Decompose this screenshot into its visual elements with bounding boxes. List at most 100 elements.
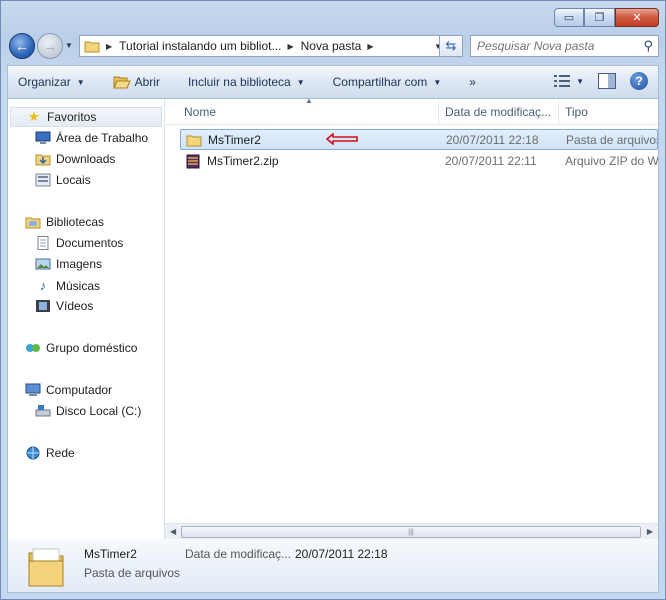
details-type: Pasta de arquivos [84, 566, 181, 580]
abrir-label: Abrir [134, 75, 160, 89]
breadcrumb-separator-icon[interactable]: ▶ [287, 42, 293, 51]
incluir-biblioteca-menu[interactable]: Incluir na biblioteca ▼ [188, 75, 305, 89]
organizar-menu[interactable]: Organizar ▼ [18, 75, 85, 89]
sidebar-label: Documentos [56, 236, 124, 250]
scrollbar-thumb[interactable]: ||| [181, 526, 641, 538]
sidebar-item-grupo-domestico[interactable]: Grupo doméstico [24, 341, 137, 355]
file-row[interactable]: MsTimer2.zip 20/07/2011 22:11 Arquivo ZI… [180, 151, 658, 172]
sidebar-label: Computador [46, 383, 113, 397]
search-box[interactable]: ⚲ [470, 35, 659, 57]
back-button[interactable]: ← [9, 33, 35, 59]
sidebar-item-downloads[interactable]: Downloads [34, 152, 115, 166]
explorer-window: ▭ ❐ ✕ ← → ▼ ▶ Tutorial instalando um bib… [0, 0, 666, 600]
chevron-down-icon: ▼ [296, 77, 305, 87]
file-name: MsTimer2 [208, 133, 261, 147]
sidebar-item-area-trabalho[interactable]: Área de Trabalho [34, 131, 148, 145]
sidebar-item-favoritos[interactable]: ★ Favoritos [10, 107, 162, 127]
red-arrow-icon [326, 133, 358, 145]
column-header-nome[interactable]: Nome [184, 105, 216, 119]
sidebar-item-musicas[interactable]: ♪ Músicas [34, 278, 100, 293]
sidebar-label: Bibliotecas [46, 215, 105, 229]
column-headers: ▲ Nome Data de modificaç... Tipo [165, 96, 658, 125]
navigation-pane[interactable]: ★ Favoritos Área de Trabalho Downloads L… [8, 99, 165, 540]
search-input[interactable] [477, 39, 637, 53]
open-folder-icon [112, 76, 131, 89]
sidebar-label: Downloads [56, 152, 116, 166]
maximize-button[interactable]: ❐ [584, 8, 615, 27]
sidebar-item-computador[interactable]: Computador [24, 383, 112, 397]
file-list-pane[interactable]: ▲ Nome Data de modificaç... Tipo MsTimer… [165, 96, 658, 540]
navigation-bar: ← → ▼ ▶ Tutorial instalando um bibliot..… [7, 33, 659, 59]
scroll-right-icon[interactable]: ▶ [647, 527, 653, 536]
sidebar-label: Músicas [56, 278, 101, 293]
sidebar-item-rede[interactable]: Rede [24, 446, 75, 460]
file-type: Pasta de arquivos [566, 133, 658, 147]
sidebar-label: Imagens [56, 257, 103, 271]
pictures-icon [35, 258, 51, 270]
scroll-left-icon[interactable]: ◀ [170, 527, 176, 536]
more-commands-button[interactable]: » [469, 75, 476, 89]
folder-icon [28, 548, 64, 587]
command-bar: Organizar ▼ Abrir Incluir na biblioteca ▼ … [7, 65, 659, 98]
chevron-down-icon: ▼ [576, 76, 584, 86]
recent-pages-dropdown-icon[interactable]: ▼ [65, 41, 73, 50]
organizar-label: Organizar [18, 75, 71, 89]
hard-drive-icon [35, 405, 51, 417]
sidebar-label: Grupo doméstico [46, 341, 138, 355]
desktop-icon [35, 131, 51, 144]
caption-buttons: ▭ ❐ ✕ [554, 8, 659, 27]
sidebar-label: Rede [46, 446, 75, 460]
breadcrumb-separator-icon[interactable]: ▶ [367, 42, 373, 51]
sidebar-label: Vídeos [56, 299, 94, 313]
network-icon [26, 446, 40, 460]
column-divider[interactable] [558, 99, 559, 125]
sidebar-item-disco-local[interactable]: Disco Local (C:) [34, 404, 141, 418]
sidebar-label: Locais [56, 173, 91, 187]
zip-archive-icon [186, 154, 200, 169]
abrir-button[interactable]: Abrir [112, 75, 160, 89]
chevron-down-icon: ▼ [433, 77, 442, 87]
compartilhar-menu[interactable]: Compartilhar com ▼ [333, 75, 442, 89]
column-header-data[interactable]: Data de modificaç... [445, 105, 551, 119]
chevron-down-icon: ▼ [76, 77, 85, 87]
details-date-value: 20/07/2011 22:18 [295, 547, 388, 561]
file-row[interactable]: MsTimer2 20/07/2011 22:18 Pasta de arqui… [180, 129, 658, 150]
sidebar-item-locais[interactable]: Locais [34, 173, 91, 187]
computer-icon [25, 383, 41, 396]
sidebar-item-imagens[interactable]: Imagens [34, 257, 102, 271]
sidebar-item-bibliotecas[interactable]: Bibliotecas [24, 215, 104, 229]
breadcrumb-tutorial[interactable]: Tutorial instalando um bibliot... [119, 39, 281, 53]
close-button[interactable]: ✕ [615, 8, 659, 27]
column-divider[interactable] [438, 99, 439, 125]
column-header-tipo[interactable]: Tipo [565, 105, 588, 119]
horizontal-scrollbar[interactable]: ◀ ||| ▶ [165, 523, 658, 540]
address-bar[interactable]: ▶ Tutorial instalando um bibliot... ▶ No… [79, 35, 447, 57]
compartilhar-label: Compartilhar com [332, 75, 428, 89]
help-button[interactable]: ? [630, 72, 648, 90]
star-icon: ★ [28, 109, 40, 124]
details-name: MsTimer2 [84, 547, 137, 561]
videos-icon [36, 300, 50, 312]
preview-pane-icon[interactable] [598, 73, 616, 89]
file-date: 20/07/2011 22:18 [446, 133, 539, 147]
breadcrumb-separator-icon[interactable]: ▶ [106, 42, 112, 51]
search-icon[interactable]: ⚲ [643, 38, 653, 54]
sidebar-label: Área de Trabalho [56, 131, 149, 145]
sidebar-item-videos[interactable]: Vídeos [34, 299, 93, 313]
incluir-label: Incluir na biblioteca [187, 75, 291, 89]
view-list-icon [554, 75, 571, 87]
homegroup-icon [26, 344, 40, 352]
sort-ascending-icon: ▲ [305, 96, 313, 105]
view-options-button[interactable]: ▼ [554, 75, 584, 87]
refresh-button[interactable]: ⇆ [439, 35, 463, 57]
folder-icon [186, 135, 202, 147]
file-name: MsTimer2.zip [207, 154, 279, 168]
file-type: Arquivo ZIP do Wi [565, 154, 658, 168]
sidebar-label: Favoritos [47, 110, 97, 124]
main-area: ★ Favoritos Área de Trabalho Downloads L… [7, 96, 659, 541]
sidebar-item-documentos[interactable]: Documentos [34, 236, 123, 250]
breadcrumb-nova-pasta[interactable]: Nova pasta [301, 39, 362, 53]
forward-button[interactable]: → [37, 33, 63, 59]
minimize-button[interactable]: ▭ [554, 8, 584, 27]
libraries-icon [25, 217, 41, 229]
